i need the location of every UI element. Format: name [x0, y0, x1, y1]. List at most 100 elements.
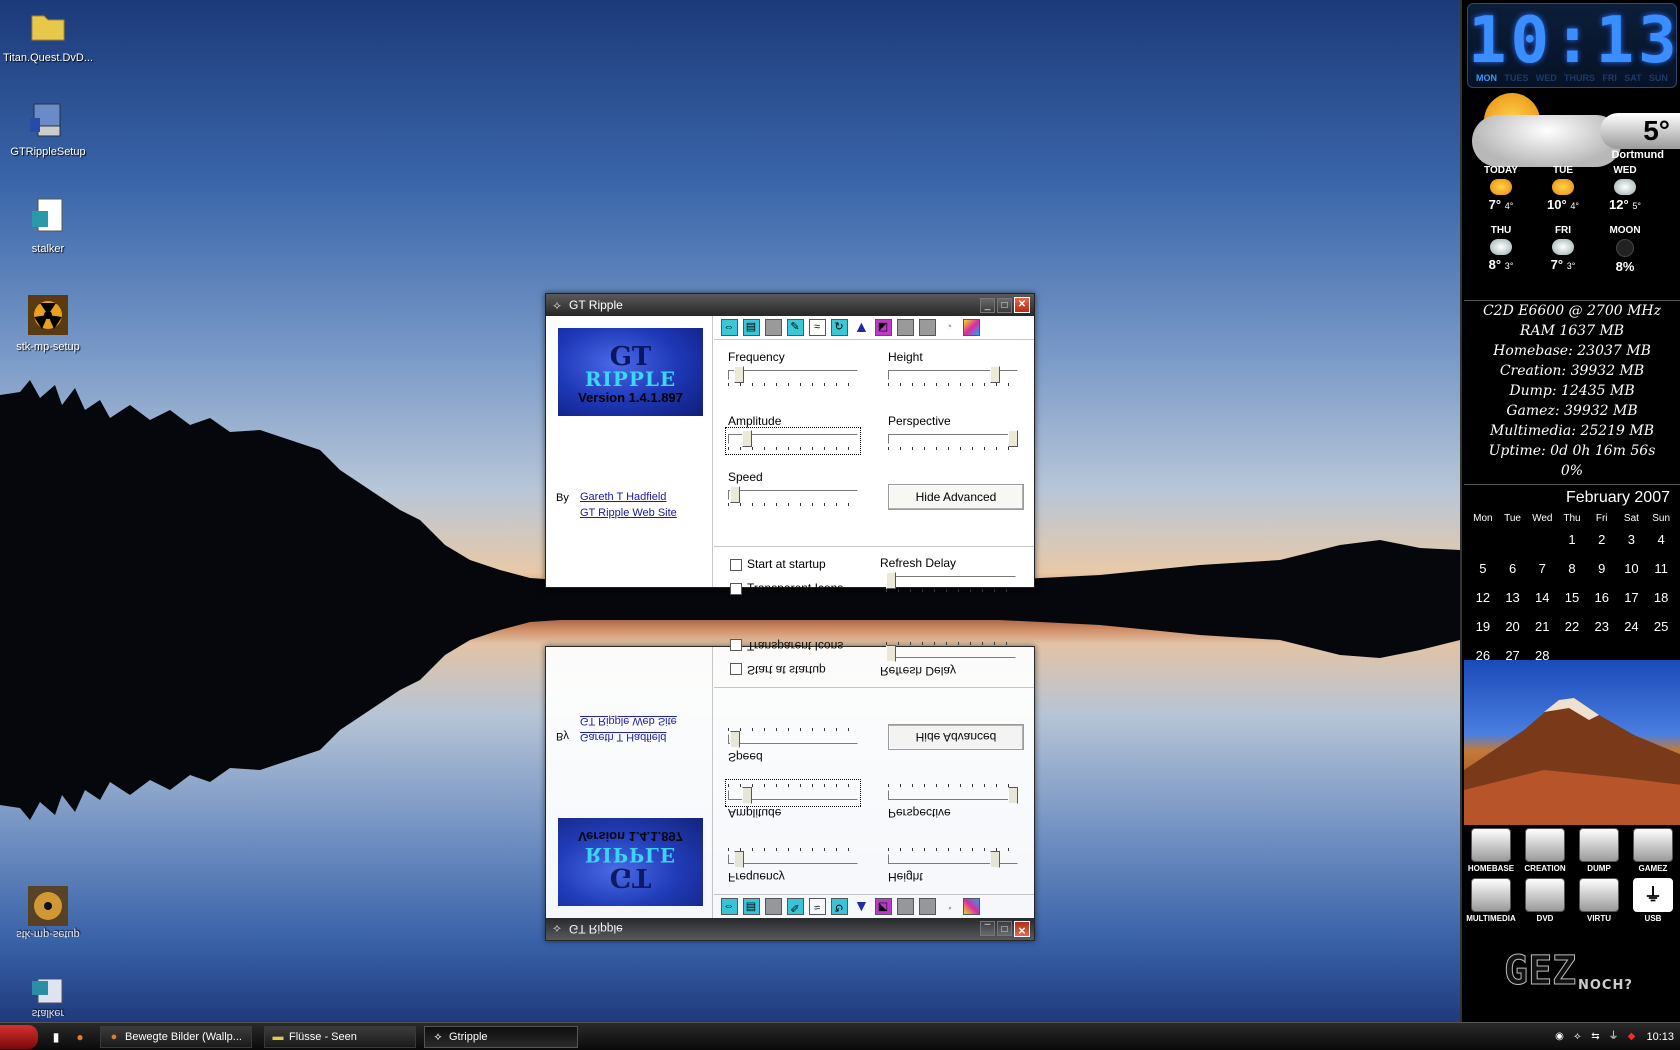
author-link[interactable]: Gareth T Hadfield: [580, 491, 666, 503]
taskbar-item-firefox[interactable]: ● Bewegte Bilder (Wallp...: [100, 1026, 252, 1048]
desktop-icon-stk-mp-setup[interactable]: stk-mp-setup: [0, 293, 96, 353]
calendar-day[interactable]: 8: [1557, 560, 1587, 589]
stretch-icon[interactable]: ▤: [742, 319, 760, 336]
window-title: GT Ripple: [569, 922, 623, 936]
clock-icon[interactable]: ◔: [940, 319, 958, 336]
firefox-icon[interactable]: ●: [72, 1029, 88, 1045]
taskbar: ▮ ● ● Bewegte Bilder (Wallp... ▬ Flüsse - …: [0, 1022, 1680, 1050]
maximize-button[interactable]: □: [997, 297, 1012, 313]
refresh-delay-slider[interactable]: [886, 572, 1016, 594]
gray-icon[interactable]: [896, 319, 914, 336]
section-divider: [714, 546, 1034, 547]
calendar-day[interactable]: 9: [1587, 560, 1617, 589]
system-tray: ◉ ⟡ ⇆ ⏚ ◆ 10:13: [1540, 1023, 1680, 1050]
calendar-day[interactable]: 6: [1498, 560, 1528, 589]
minimize-button[interactable]: _: [980, 297, 995, 313]
calendar-day[interactable]: 18: [1646, 589, 1676, 618]
arrow-icon[interactable]: ▲: [852, 319, 870, 336]
color-icon[interactable]: ◩: [874, 319, 892, 336]
gray2-icon[interactable]: [918, 319, 936, 336]
frequency-label: Frequency: [728, 870, 785, 884]
drive-info: Dump: 12435 MB: [1509, 383, 1635, 399]
taskbar-item-folder[interactable]: ▬ Flüsse - Seen: [264, 1026, 416, 1048]
desktop-icon-titanquest[interactable]: Titan.Quest.DvD...: [0, 4, 96, 64]
start-button[interactable]: [0, 1025, 38, 1049]
website-link[interactable]: GT Ripple Web Site: [580, 507, 677, 519]
slider-thumb[interactable]: [990, 366, 1000, 383]
cpu-usage: 0%: [1560, 463, 1584, 479]
frequency-slider[interactable]: [728, 366, 858, 388]
taskbar-item-gtripple[interactable]: ⟡ Gtripple: [424, 1026, 578, 1048]
window-body: GT RIPPLE Version 1.4.1.897 By Gareth T …: [546, 639, 1034, 918]
calendar-day[interactable]: 12: [1468, 589, 1498, 618]
calendar-day[interactable]: 21: [1527, 618, 1557, 647]
calendar-day[interactable]: 10: [1617, 560, 1647, 589]
calendar-day[interactable]: 25: [1646, 618, 1676, 647]
tile-icon[interactable]: ⇔: [720, 319, 738, 336]
speed-slider[interactable]: [728, 486, 858, 508]
drive-usb[interactable]: ⏚ USB: [1626, 878, 1680, 923]
gtripple-app-icon: ⟡: [553, 922, 561, 936]
calendar-day[interactable]: 3: [1617, 531, 1647, 560]
calendar-day[interactable]: 14: [1527, 589, 1557, 618]
network-icon[interactable]: ⇆: [1588, 1030, 1602, 1044]
palette-icon[interactable]: [962, 319, 980, 336]
quick-launch-desktop-icon[interactable]: ▮: [48, 1029, 64, 1045]
gtripple-tray-icon[interactable]: ⟡: [1570, 1030, 1584, 1044]
transparent-icons-checkbox[interactable]: [730, 583, 742, 595]
calendar-day[interactable]: 15: [1557, 589, 1587, 618]
calendar-day[interactable]: 20: [1498, 618, 1528, 647]
drive-creation[interactable]: CREATION: [1518, 828, 1572, 873]
calendar-day[interactable]: 11: [1646, 560, 1676, 589]
antivirus-icon[interactable]: ◆: [1624, 1030, 1638, 1044]
calendar-day[interactable]: 17: [1617, 589, 1647, 618]
drive-virtu[interactable]: VIRTU: [1572, 878, 1626, 923]
calendar-day[interactable]: 23: [1587, 618, 1617, 647]
calendar-day[interactable]: 22: [1557, 618, 1587, 647]
transparent-icons-label: Transparent Icons: [747, 581, 844, 595]
blank-icon[interactable]: [764, 319, 782, 336]
hard-drive-icon: [1525, 828, 1565, 862]
refresh-icon[interactable]: ↻: [830, 319, 848, 336]
perspective-slider[interactable]: [888, 430, 1018, 452]
calendar-day[interactable]: 2: [1587, 531, 1617, 560]
forecast-temps: 7° 4°: [1470, 197, 1532, 212]
slider-thumb[interactable]: [742, 430, 752, 447]
desktop-icon-stalker[interactable]: stalker: [0, 195, 96, 255]
drive-dump[interactable]: DUMP: [1572, 828, 1626, 873]
gt-ripple-window: ⟡ GT Ripple _ □ ✕ GT RIPPLE Version 1.4.…: [545, 293, 1035, 595]
close-button[interactable]: ✕: [1014, 297, 1030, 313]
wave-icon[interactable]: ≈: [808, 319, 826, 336]
logo-ripple: RIPPLE: [584, 367, 677, 391]
drive-gamez[interactable]: GAMEZ: [1626, 828, 1680, 873]
calendar-day[interactable]: 1: [1557, 531, 1587, 560]
start-at-startup-checkbox[interactable]: [730, 559, 742, 571]
edit-icon[interactable]: ✎: [786, 319, 804, 336]
slider-thumb[interactable]: [730, 486, 740, 503]
amplitude-slider: [725, 779, 861, 807]
desktop-sidebar: 10:13 MON TUES WED THURS FRI SAT SUN 5° …: [1460, 0, 1680, 1022]
drive-homebase[interactable]: HOMEBASE: [1464, 828, 1518, 873]
rain-icon: [1490, 239, 1512, 255]
height-slider[interactable]: [888, 366, 1018, 388]
slider-thumb[interactable]: [734, 366, 744, 383]
slider-thumb[interactable]: [886, 572, 896, 589]
frequency-label: Frequency: [728, 350, 785, 364]
calendar-day[interactable]: 19: [1468, 618, 1498, 647]
desktop-icon-gtripplesetup[interactable]: GTRippleSetup: [0, 98, 96, 158]
slider-thumb[interactable]: [1008, 430, 1018, 447]
perspective-label: Perspective: [888, 806, 951, 820]
drive-multimedia[interactable]: MULTIMEDIA: [1464, 878, 1518, 923]
calendar-day[interactable]: 13: [1498, 589, 1528, 618]
calendar-day[interactable]: 16: [1587, 589, 1617, 618]
calendar-day[interactable]: 5: [1468, 560, 1498, 589]
window-titlebar[interactable]: ⟡ GT Ripple _ □ ✕: [546, 294, 1034, 316]
usb-tray-icon[interactable]: ⏚: [1606, 1030, 1620, 1044]
calendar-day[interactable]: 4: [1646, 531, 1676, 560]
hide-advanced-button[interactable]: Hide Advanced: [888, 484, 1024, 510]
calendar-day[interactable]: 24: [1617, 618, 1647, 647]
volume-icon[interactable]: ◉: [1552, 1030, 1566, 1044]
calendar-day[interactable]: 7: [1527, 560, 1557, 589]
amplitude-slider[interactable]: [725, 427, 861, 455]
drive-dvd[interactable]: DVD: [1518, 878, 1572, 923]
